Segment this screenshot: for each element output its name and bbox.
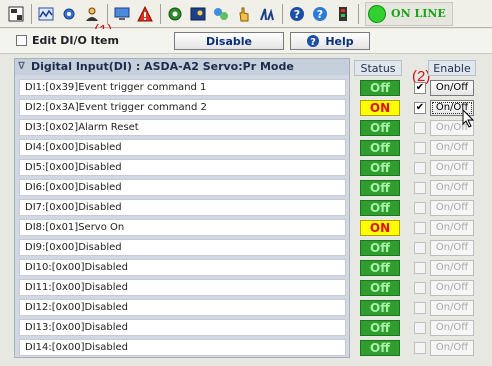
di-status-indicator: Off (360, 120, 400, 136)
on-off-button[interactable]: On/Off (430, 280, 474, 296)
online-status: ON LINE (365, 1, 453, 26)
di-status-indicator: Off (360, 340, 400, 356)
on-off-button[interactable]: On/Off (430, 180, 474, 196)
network-icon[interactable] (211, 4, 231, 24)
di-row-label: DI12:[0x00]Disabled (19, 299, 346, 316)
enable-checkbox[interactable] (414, 282, 426, 294)
settings-icon[interactable] (59, 4, 79, 24)
di-status-indicator: Off (360, 140, 400, 156)
di-row-label: DI8:[0x01]Servo On (19, 219, 346, 236)
on-off-button[interactable]: On/Off (430, 320, 474, 336)
on-off-button[interactable]: On/Off (430, 160, 474, 176)
user-icon[interactable] (82, 4, 102, 24)
toolbar-separator (358, 3, 359, 24)
help-button-label: Help (325, 34, 354, 48)
on-off-button[interactable]: On/Off (430, 240, 474, 256)
save-icon[interactable] (6, 4, 26, 24)
disable-button-label: Disable (206, 34, 252, 48)
edit-dio-checkbox[interactable] (16, 35, 27, 46)
collapse-icon[interactable]: ∇ (18, 59, 25, 75)
enable-checkbox[interactable] (414, 202, 426, 214)
card-icon[interactable] (188, 4, 208, 24)
di-row-label: DI4:[0x00]Disabled (19, 139, 346, 156)
di-status-indicator: Off (360, 320, 400, 336)
on-off-button[interactable]: On/Off (430, 80, 474, 96)
di-row-label: DI3:[0x02]Alarm Reset (19, 119, 346, 136)
hand-icon[interactable] (234, 4, 254, 24)
on-off-button[interactable]: On/Off (430, 260, 474, 276)
di-status-indicator: Off (360, 260, 400, 276)
toolbar-separator (160, 3, 161, 24)
di-status-indicator: Off (360, 300, 400, 316)
enable-checkbox[interactable] (414, 222, 426, 234)
edit-dio-label: Edit DI/O Item (32, 34, 119, 47)
enable-checkbox[interactable] (414, 182, 426, 194)
enable-checkbox[interactable] (414, 262, 426, 274)
warning-icon[interactable] (135, 4, 155, 24)
di-row-label: DI1:[0x39]Event trigger command 1 (19, 79, 346, 96)
on-off-button[interactable]: On/Off (430, 340, 474, 356)
di-status-indicator: Off (360, 160, 400, 176)
panel-header: ∇ Digital Input(DI) : ASDA-A2 Servo:Pr M… (15, 59, 349, 75)
enable-checkbox[interactable] (414, 302, 426, 314)
on-off-button[interactable]: On/Off (430, 200, 474, 216)
on-off-button[interactable]: On/Off (430, 220, 474, 236)
on-off-button[interactable]: On/Off (430, 140, 474, 156)
help-icon: ? (307, 35, 320, 48)
status-column-header: Status (354, 60, 402, 76)
help-button[interactable]: ? Help (290, 32, 370, 50)
svg-text:?: ? (310, 37, 316, 48)
toolbar-separator (31, 3, 32, 24)
di-status-indicator: Off (360, 180, 400, 196)
di-row-label: DI6:[0x00]Disabled (19, 179, 346, 196)
monitor-icon[interactable] (36, 4, 56, 24)
di-status-indicator: Off (360, 200, 400, 216)
enable-checkbox[interactable]: ✔ (414, 82, 426, 94)
computer-icon[interactable] (112, 4, 132, 24)
toolbar-separator (282, 3, 283, 24)
di-row-label: DI11:[0x00]Disabled (19, 279, 346, 296)
di-row-label: DI13:[0x00]Disabled (19, 319, 346, 336)
toolbar-separator (107, 3, 108, 24)
di-status-indicator: Off (360, 280, 400, 296)
question-icon[interactable]: ? (310, 4, 330, 24)
enable-checkbox[interactable] (414, 242, 426, 254)
disable-button[interactable]: Disable (174, 32, 284, 50)
di-row-label: DI14:[0x00]Disabled (19, 339, 346, 356)
enable-checkbox[interactable]: ✔ (414, 102, 426, 114)
enable-checkbox[interactable] (414, 122, 426, 134)
di-status-indicator: Off (360, 240, 400, 256)
di-status-indicator: Off (360, 80, 400, 96)
gear-icon[interactable] (165, 4, 185, 24)
svg-text:?: ? (317, 8, 323, 21)
di-row-label: DI10:[0x00]Disabled (19, 259, 346, 276)
di-status-indicator: ON (360, 220, 400, 236)
stats-icon[interactable] (257, 4, 277, 24)
di-status-indicator: ON (360, 100, 400, 116)
di-row-label: DI2:[0x3A]Event trigger command 2 (19, 99, 346, 116)
enable-checkbox[interactable] (414, 342, 426, 354)
toolbar: ? ? ON LINE (0, 0, 492, 28)
di-row-label: DI9:[0x00]Disabled (19, 239, 346, 256)
enable-checkbox[interactable] (414, 162, 426, 174)
mouse-cursor-icon (462, 109, 475, 128)
online-status-label: ON LINE (391, 7, 446, 20)
di-row-label: DI5:[0x00]Disabled (19, 159, 346, 176)
panel-title: Digital Input(DI) : ASDA-A2 Servo:Pr Mod… (31, 60, 294, 73)
svg-text:?: ? (294, 8, 300, 21)
enable-column-header: Enable (428, 60, 476, 76)
online-led-icon (368, 4, 386, 23)
device-icon[interactable] (333, 4, 353, 24)
on-off-button[interactable]: On/Off (430, 300, 474, 316)
help-icon[interactable]: ? (287, 4, 307, 24)
di-row-label: DI7:[0x00]Disabled (19, 199, 346, 216)
enable-checkbox[interactable] (414, 322, 426, 334)
enable-checkbox[interactable] (414, 142, 426, 154)
